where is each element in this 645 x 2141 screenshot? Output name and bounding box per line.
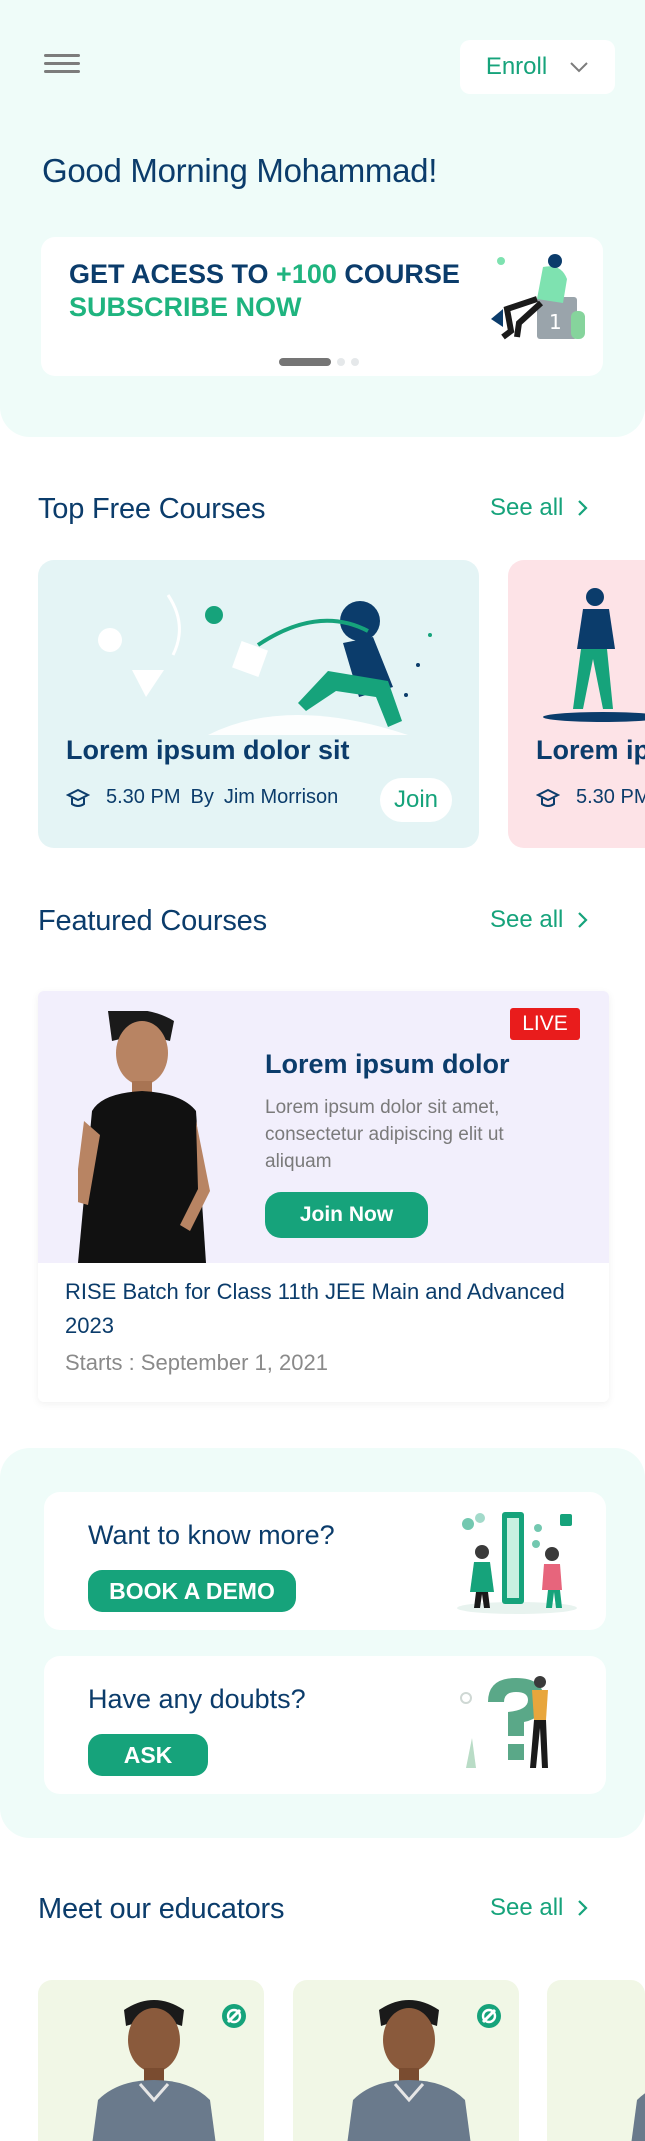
see-all-label: See all [490, 494, 564, 521]
course-author: Jim Morrison [223, 786, 339, 808]
demo-question: Want to know more? [88, 1520, 335, 1550]
featured-courses-title: Featured Courses [38, 905, 267, 937]
hamburger-menu-icon[interactable] [44, 54, 80, 80]
featured-course-hero: LIVE Lorem ipsum dolor Lorem ipsum dolor… [38, 991, 609, 1263]
verified-badge-icon [477, 2004, 501, 2028]
batch-start-date: Starts : September 1, 2021 [65, 1350, 328, 1375]
course-title: Lorem ipsum dolor sit [536, 735, 645, 765]
join-button[interactable]: Join [380, 778, 452, 822]
educator-photo [631, 2093, 645, 2141]
graduation-cap-icon [66, 788, 90, 807]
carousel-dots[interactable] [279, 358, 359, 366]
join-now-button[interactable]: Join Now [265, 1192, 428, 1238]
top-free-see-all-link[interactable]: See all [490, 494, 588, 522]
educator-card[interactable] [38, 1980, 264, 2141]
meet-educators-title: Meet our educators [38, 1893, 285, 1925]
book-demo-card[interactable]: Want to know more? BOOK A DEMO [44, 1492, 606, 1630]
chevron-right-icon [578, 1900, 588, 1916]
course-time: 5.30 PM [106, 786, 181, 808]
chevron-right-icon [578, 912, 588, 928]
course-card[interactable]: Lorem ipsum dolor sit 5.30 PM By Jim Mor… [38, 560, 479, 848]
hero-section: Enroll Good Morning Mohammad! GET ACESS … [0, 0, 645, 437]
running-person-illustration [98, 594, 432, 735]
banner-headline: GET ACESS TO +100 COURSE [69, 259, 460, 289]
carousel-dot[interactable] [337, 358, 345, 366]
walking-person-illustration [543, 588, 645, 722]
ask-button[interactable]: ASK [88, 1734, 208, 1776]
doubt-question: Have any doubts? [88, 1684, 306, 1714]
question-mark-illustration [460, 1676, 548, 1768]
featured-course-description: Lorem ipsum dolor sit amet, consectetur … [265, 1097, 504, 1172]
greeting-text: Good Morning Mohammad! [42, 152, 438, 189]
svg-text:1: 1 [549, 310, 562, 334]
carousel-dot[interactable] [351, 358, 359, 366]
demo-illustration [457, 1512, 577, 1614]
educator-photo [92, 2000, 216, 2141]
batch-title: RISE Batch for Class 11th JEE Main and A… [65, 1279, 565, 1338]
student-photo [78, 1011, 210, 1263]
course-meta: 5.30 PM [536, 786, 645, 809]
carousel-dot-active[interactable] [279, 358, 331, 366]
educators-see-all-link[interactable]: See all [490, 1894, 588, 1922]
enroll-label: Enroll [485, 53, 548, 80]
featured-see-all-link[interactable]: See all [490, 906, 588, 934]
course-by: By [190, 786, 214, 808]
see-all-label: See all [490, 1894, 564, 1921]
cta-section: Want to know more? BOOK A DEMO Have any … [0, 1448, 645, 1838]
banner-subscribe-text: SUBSCRIBE NOW [69, 292, 302, 322]
verified-badge-icon [222, 2004, 246, 2028]
promo-banner[interactable]: GET ACESS TO +100 COURSE SUBSCRIBE NOW 1 [41, 237, 603, 376]
course-time: 5.30 PM [576, 786, 645, 808]
live-badge: LIVE [510, 1008, 580, 1040]
chevron-down-icon [570, 62, 588, 73]
graduation-cap-icon [536, 788, 560, 807]
book-demo-button[interactable]: BOOK A DEMO [88, 1570, 296, 1612]
reading-person-illustration: 1 [491, 254, 585, 340]
see-all-label: See all [490, 906, 564, 933]
course-title: Lorem ipsum dolor sit [66, 735, 350, 765]
enroll-dropdown[interactable]: Enroll [460, 40, 615, 94]
educator-card[interactable] [547, 1980, 645, 2141]
educator-photo [347, 2000, 471, 2141]
course-meta: 5.30 PM By Jim Morrison [66, 786, 338, 809]
featured-course-card[interactable]: LIVE Lorem ipsum dolor Lorem ipsum dolor… [38, 991, 609, 1402]
ask-doubt-card[interactable]: Have any doubts? ASK [44, 1656, 606, 1794]
top-free-courses-title: Top Free Courses [38, 493, 266, 525]
educator-card[interactable] [293, 1980, 519, 2141]
featured-course-title: Lorem ipsum dolor [265, 1049, 510, 1079]
chevron-right-icon [578, 500, 588, 516]
course-card[interactable]: Lorem ipsum dolor sit 5.30 PM [508, 560, 645, 848]
